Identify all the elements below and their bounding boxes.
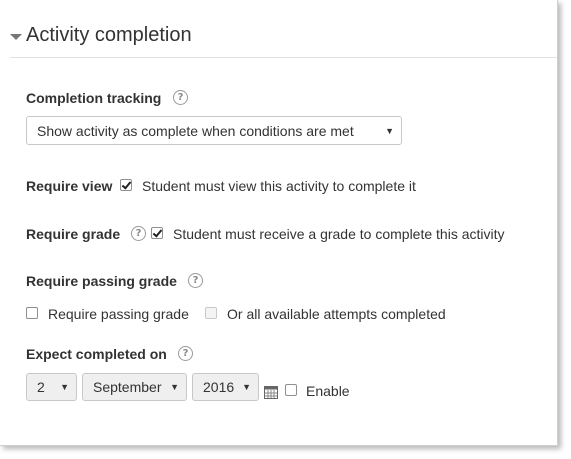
require-grade-checkbox[interactable] bbox=[151, 227, 163, 239]
require-passing-grade-label: Require passing grade bbox=[26, 273, 177, 289]
enable-label: Enable bbox=[306, 383, 350, 399]
caret-down-icon[interactable] bbox=[10, 33, 22, 40]
calendar-icon[interactable] bbox=[264, 385, 278, 399]
dropdown-arrow-icon: ▼ bbox=[242, 382, 251, 392]
help-icon[interactable]: ? bbox=[173, 90, 188, 105]
require-view-label: Require view bbox=[26, 178, 113, 194]
all-attempts-checkbox[interactable] bbox=[205, 307, 217, 319]
dropdown-arrow-icon: ▼ bbox=[385, 125, 394, 136]
activity-completion-panel: Activity completion Completion tracking … bbox=[0, 0, 558, 446]
day-value: 2 bbox=[37, 379, 45, 395]
section-header[interactable]: Activity completion bbox=[10, 24, 192, 47]
require-view-description: Student must view this activity to compl… bbox=[142, 178, 416, 194]
require-grade-label: Require grade bbox=[26, 226, 121, 242]
month-select[interactable]: September ▼ bbox=[82, 373, 187, 401]
require-view-checkbox[interactable] bbox=[120, 179, 132, 191]
month-value: September bbox=[93, 379, 162, 395]
dropdown-arrow-icon: ▼ bbox=[170, 382, 179, 392]
help-icon[interactable]: ? bbox=[131, 226, 146, 241]
require-passing-grade-option-label: Require passing grade bbox=[48, 306, 189, 322]
enable-checkbox[interactable] bbox=[285, 384, 297, 396]
day-select[interactable]: 2 ▼ bbox=[26, 373, 77, 401]
help-icon[interactable]: ? bbox=[178, 346, 193, 361]
help-icon[interactable]: ? bbox=[188, 273, 203, 288]
completion-tracking-label: Completion tracking bbox=[26, 90, 162, 106]
section-title: Activity completion bbox=[26, 24, 192, 46]
year-select[interactable]: 2016 ▼ bbox=[192, 373, 259, 401]
dropdown-arrow-icon: ▼ bbox=[60, 382, 69, 392]
completion-tracking-select[interactable]: Show activity as complete when condition… bbox=[26, 116, 402, 145]
all-attempts-label: Or all available attempts completed bbox=[227, 306, 446, 322]
year-value: 2016 bbox=[203, 379, 235, 395]
completion-tracking-value: Show activity as complete when condition… bbox=[37, 122, 354, 139]
section-divider bbox=[10, 57, 557, 58]
expect-completed-label: Expect completed on bbox=[26, 346, 167, 362]
require-passing-grade-checkbox[interactable] bbox=[26, 307, 38, 319]
require-grade-description: Student must receive a grade to complete… bbox=[173, 226, 505, 242]
